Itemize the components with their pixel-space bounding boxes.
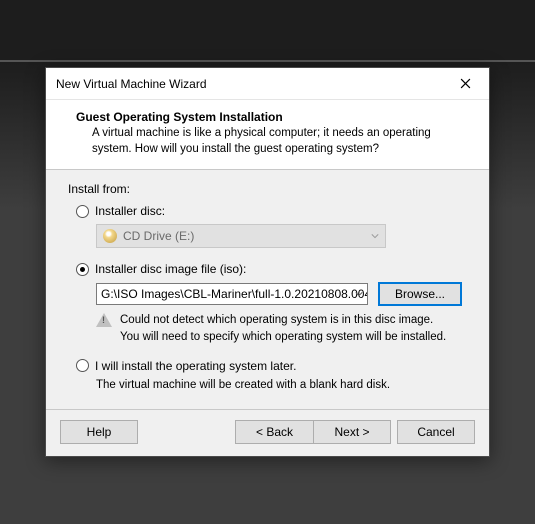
help-button-label: Help — [87, 425, 112, 439]
cd-drive-dropdown[interactable]: CD Drive (E:) — [96, 224, 386, 248]
chevron-down-icon — [355, 292, 363, 297]
next-button-label: Next > — [334, 425, 369, 439]
option-later-description: The virtual machine will be created with… — [96, 379, 467, 391]
cd-drive-value: CD Drive (E:) — [123, 229, 194, 243]
help-button[interactable]: Help — [60, 420, 138, 444]
option-iso[interactable]: Installer disc image file (iso): — [76, 262, 467, 276]
back-button-label: < Back — [256, 425, 293, 439]
warning-line-2: You will need to specify which operating… — [120, 329, 446, 345]
option-iso-label: Installer disc image file (iso): — [95, 262, 246, 276]
cancel-button-label: Cancel — [417, 425, 454, 439]
option-later[interactable]: I will install the operating system late… — [76, 359, 467, 373]
iso-path-value: G:\ISO Images\CBL-Mariner\full-1.0.20210… — [101, 287, 368, 301]
wizard-header: Guest Operating System Installation A vi… — [46, 100, 489, 170]
cancel-button[interactable]: Cancel — [397, 420, 475, 444]
option-installer-disc[interactable]: Installer disc: — [76, 204, 467, 218]
option-later-label: I will install the operating system late… — [95, 359, 296, 373]
option-installer-disc-label: Installer disc: — [95, 204, 165, 218]
iso-path-dropdown[interactable]: G:\ISO Images\CBL-Mariner\full-1.0.20210… — [96, 283, 368, 305]
iso-warning: Could not detect which operating system … — [96, 312, 467, 344]
titlebar: New Virtual Machine Wizard — [46, 68, 489, 100]
wizard-footer: Help < Back Next > Cancel — [46, 410, 489, 456]
radio-icon — [76, 359, 89, 372]
disc-icon — [103, 229, 117, 243]
radio-icon — [76, 205, 89, 218]
header-title: Guest Operating System Installation — [76, 110, 459, 124]
footer-right: < Back Next > Cancel — [235, 420, 475, 444]
warning-text: Could not detect which operating system … — [120, 312, 446, 344]
close-icon — [460, 78, 471, 89]
wizard-window: New Virtual Machine Wizard Guest Operati… — [45, 67, 490, 456]
iso-row: G:\ISO Images\CBL-Mariner\full-1.0.20210… — [96, 282, 467, 306]
header-description: A virtual machine is like a physical com… — [76, 126, 459, 157]
browse-button-label: Browse... — [395, 287, 445, 301]
wizard-content: Install from: Installer disc: CD Drive (… — [46, 170, 489, 408]
next-button[interactable]: Next > — [313, 420, 391, 444]
warning-icon — [96, 313, 112, 327]
install-from-label: Install from: — [68, 182, 467, 196]
back-button[interactable]: < Back — [235, 420, 313, 444]
warning-line-1: Could not detect which operating system … — [120, 312, 446, 328]
chevron-down-icon — [371, 234, 379, 239]
close-button[interactable] — [445, 70, 485, 98]
browse-button[interactable]: Browse... — [378, 282, 462, 306]
window-title: New Virtual Machine Wizard — [56, 77, 445, 91]
radio-icon — [76, 263, 89, 276]
